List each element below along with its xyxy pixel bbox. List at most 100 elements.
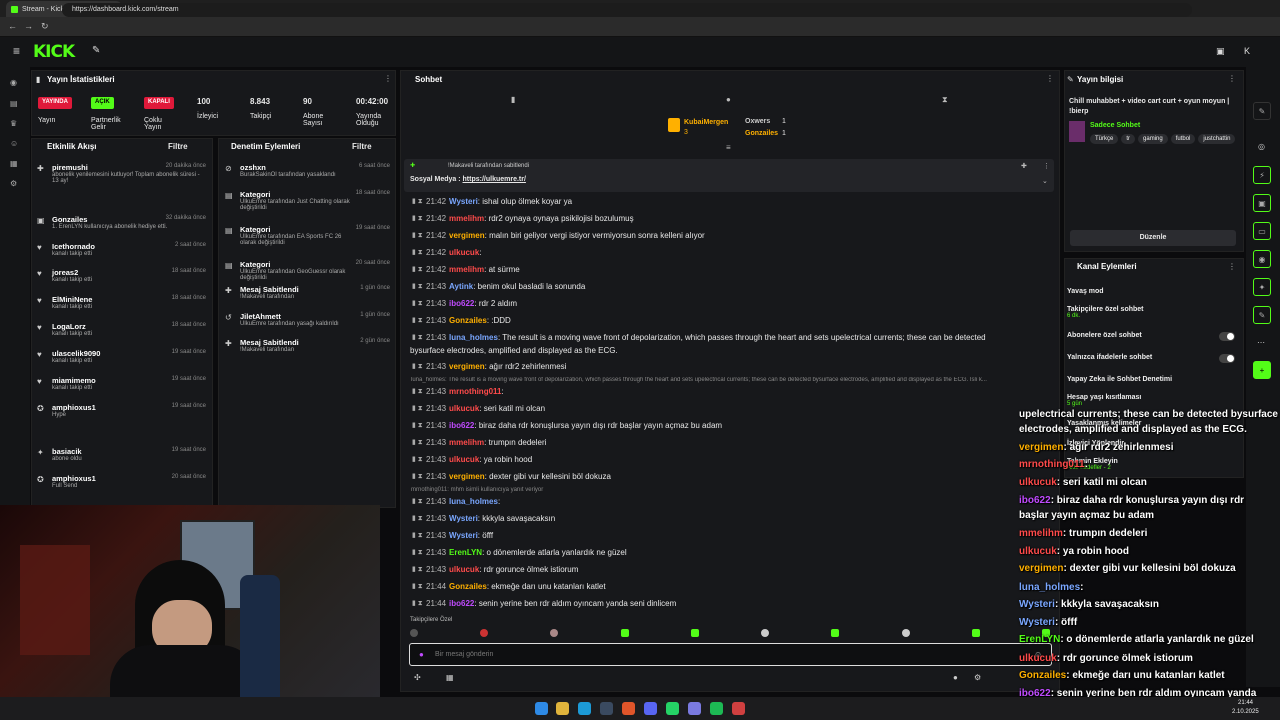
stream-tag[interactable]: gaming: [1138, 134, 1168, 144]
delete-message-icon[interactable]: ▮ ⧗: [412, 565, 423, 574]
message-username[interactable]: vergimen: [449, 362, 485, 371]
delete-message-icon[interactable]: ▮ ⧗: [412, 497, 423, 506]
delete-message-icon[interactable]: ▮ ⧗: [412, 472, 423, 481]
delete-message-icon[interactable]: ▮ ⧗: [412, 231, 423, 240]
delete-message-icon[interactable]: ▮ ⧗: [412, 582, 423, 591]
delete-message-icon[interactable]: ▮ ⧗: [412, 265, 423, 274]
chat-message[interactable]: ▮ ⧗ 21:42 ulkucuk:: [412, 248, 482, 257]
spotify-icon[interactable]: [710, 702, 723, 715]
media-icon[interactable]: ▦: [10, 159, 20, 169]
pinned-link[interactable]: https://ulkuemre.tr/: [463, 176, 526, 183]
message-username[interactable]: ErenLYN: [449, 548, 482, 557]
message-username[interactable]: ibo622: [449, 421, 474, 430]
kick-k-icon[interactable]: K: [1244, 46, 1250, 56]
channel-action-item[interactable]: Takipçilere özel sohbet 6 dk.: [1067, 306, 1239, 319]
toggle-switch[interactable]: [1219, 354, 1235, 363]
toggle-switch[interactable]: [1219, 332, 1235, 341]
chat-bubble-icon[interactable]: ●: [726, 95, 731, 104]
chat-message[interactable]: ▮ ⧗ 21:42 mmelihm: rdr2 oynaya oynaya psik…: [412, 214, 634, 223]
chat-message[interactable]: ▮ ⧗ 21:43 ulkucuk: rdr gorunce ölmek istio…: [412, 565, 578, 574]
settings-icon[interactable]: ⚙: [10, 179, 20, 189]
file-explorer-icon[interactable]: [556, 702, 569, 715]
delete-message-icon[interactable]: ▮ ⧗: [412, 197, 423, 206]
message-icon[interactable]: ▭: [1253, 222, 1271, 240]
channel-action-item[interactable]: Abonelere özel sohbet: [1067, 332, 1239, 341]
chat-menu-icon[interactable]: ⋮: [1046, 74, 1054, 83]
chat-message[interactable]: ▮ ⧗ 21:43 Aytink: benim okul basladi la so…: [412, 282, 585, 291]
delete-message-icon[interactable]: ▮ ⧗: [412, 455, 423, 464]
chat-message[interactable]: ▮ ⧗ 21:43 ibo622: biraz daha rdr konuşlurs…: [412, 421, 722, 430]
chat-message[interactable]: ▮ ⧗ 21:43 Wysteri: kkkyla savaşacaksın: [412, 514, 555, 523]
stream-tag[interactable]: justchattin: [1198, 134, 1236, 144]
moderation-filter-button[interactable]: Filtre: [352, 142, 372, 151]
whatsapp-icon[interactable]: [666, 702, 679, 715]
top-gifter-2[interactable]: Oxwers: [745, 118, 770, 125]
community-icon[interactable]: ☺: [10, 139, 20, 149]
message-username[interactable]: vergimen: [449, 231, 485, 240]
message-username[interactable]: ulkucuk: [449, 404, 479, 413]
channel-action-item[interactable]: Tahmin Ekleyin Aktif hedefler - 2: [1067, 458, 1239, 471]
collapse-icon[interactable]: ⌄: [1042, 177, 1048, 185]
app-icon[interactable]: [688, 702, 701, 715]
steam-icon[interactable]: [600, 702, 613, 715]
delete-message-icon[interactable]: ▮ ⧗: [412, 514, 423, 523]
delete-message-icon[interactable]: ▮ ⧗: [412, 316, 423, 325]
clip-icon[interactable]: ▣: [1253, 194, 1271, 212]
url-field[interactable]: https://dashboard.kick.com/stream: [62, 3, 1192, 17]
delete-message-icon[interactable]: ▮ ⧗: [412, 333, 423, 342]
tools-icon[interactable]: ✎: [92, 45, 100, 56]
forward-icon[interactable]: →: [24, 21, 33, 31]
info-menu-icon[interactable]: ⋮: [1228, 74, 1236, 83]
chat-message[interactable]: ▮ ⧗ 21:44 ibo622: senin yerine ben rdr ald…: [412, 599, 676, 608]
pinned-menu-icon[interactable]: ⋮: [1043, 162, 1050, 170]
reload-icon[interactable]: ↻: [41, 21, 49, 32]
obs-icon[interactable]: [732, 702, 745, 715]
chat-message[interactable]: ▮ ⧗ 21:43 mrnothing011:: [412, 387, 504, 396]
discord-icon[interactable]: [644, 702, 657, 715]
expand-icon[interactable]: ≡: [726, 143, 731, 152]
chat-input[interactable]: Bir mesaj gönderin: [409, 643, 1052, 666]
back-icon[interactable]: ←: [8, 21, 17, 31]
timer-icon[interactable]: ⧗: [942, 95, 948, 105]
start-icon[interactable]: [535, 702, 548, 715]
message-username[interactable]: ulkucuk: [449, 248, 479, 257]
edit-tool-icon[interactable]: ✎: [1253, 102, 1271, 120]
share-icon[interactable]: ⋯: [1257, 338, 1265, 347]
delete-message-icon[interactable]: ▮ ⧗: [412, 387, 423, 396]
stream-icon[interactable]: ◉: [10, 78, 20, 88]
stream-tag[interactable]: Türkçe: [1090, 134, 1119, 144]
edge-icon[interactable]: [578, 702, 591, 715]
layout-icon[interactable]: ▣: [1216, 46, 1225, 57]
kick-logo[interactable]: KICK: [33, 42, 75, 62]
mic-icon[interactable]: ●: [419, 650, 424, 659]
delete-message-icon[interactable]: ▮ ⧗: [412, 299, 423, 308]
hamburger-menu-icon[interactable]: ≡: [13, 44, 20, 58]
top-gifter-3[interactable]: Gonzailes: [745, 130, 778, 137]
message-username[interactable]: Wysteri: [449, 514, 478, 523]
delete-message-icon[interactable]: ▮ ⧗: [412, 248, 423, 257]
gear-icon[interactable]: ⚙: [974, 673, 981, 682]
channel-action-item[interactable]: Hesap yaşı kısıtlaması 5 gün: [1067, 394, 1239, 407]
activity-filter-button[interactable]: Filtre: [168, 142, 188, 151]
wrench-tool-icon[interactable]: ✎: [1253, 306, 1271, 324]
unpin-icon[interactable]: ✚: [1021, 162, 1027, 170]
message-username[interactable]: Gonzailes: [449, 316, 487, 325]
target-icon[interactable]: ◎: [1258, 142, 1265, 151]
chat-settings-icon[interactable]: ●: [953, 673, 958, 682]
trash-icon[interactable]: ▮: [511, 95, 515, 104]
message-username[interactable]: Gonzailes: [449, 582, 487, 591]
channel-action-item[interactable]: Yalnızca ifadelerle sohbet: [1067, 354, 1239, 363]
dashboard-icon[interactable]: ▤: [10, 99, 20, 109]
chat-message[interactable]: ▮ ⧗ 21:43 luna_holmes: The result is a mov…: [412, 333, 986, 342]
top-gifter-1[interactable]: KubaiMergen: [684, 119, 728, 126]
message-username[interactable]: luna_holmes: [449, 497, 498, 506]
delete-message-icon[interactable]: ▮ ⧗: [412, 421, 423, 430]
chat-message[interactable]: ▮ ⧗ 21:43 Wysteri: öfff: [412, 531, 493, 540]
stats-menu-icon[interactable]: ⋮: [384, 74, 392, 83]
chat-message[interactable]: ▮ ⧗ 21:43 Gonzailes: :DDD: [412, 316, 511, 325]
chat-message[interactable]: ▮ ⧗ 21:43 ibo622: rdr 2 aldım: [412, 299, 517, 308]
channel-action-item[interactable]: Yapay Zeka ile Sohbet Denetimi: [1067, 376, 1239, 383]
message-username[interactable]: Wysteri: [449, 197, 478, 206]
delete-message-icon[interactable]: ▮ ⧗: [412, 548, 423, 557]
chat-message[interactable]: ▮ ⧗ 21:42 mmelihm: at sürme: [412, 265, 520, 274]
